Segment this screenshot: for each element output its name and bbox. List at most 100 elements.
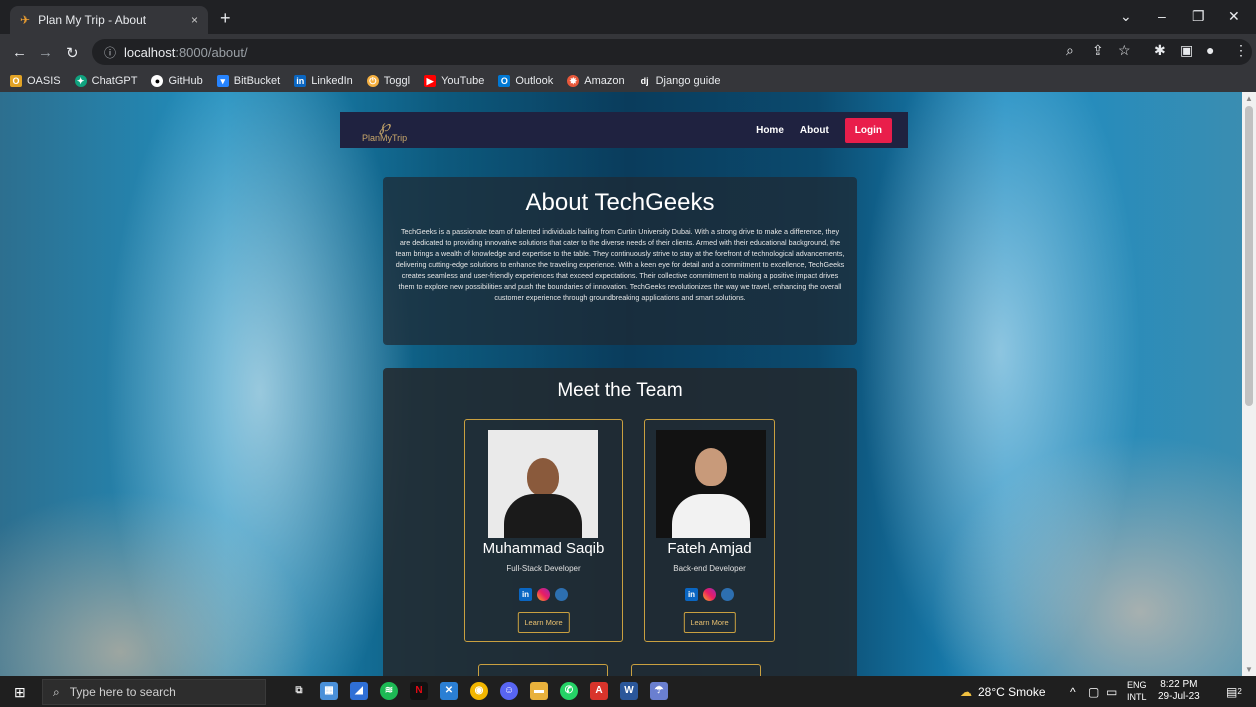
netflix-icon[interactable]: N — [410, 682, 428, 700]
team-card: Fateh Amjad Back-end Developer in Learn … — [644, 419, 775, 642]
maximize-icon[interactable]: ❐ — [1192, 8, 1205, 25]
lang-bottom: INTL — [1127, 692, 1147, 702]
login-button[interactable]: Login — [844, 117, 892, 143]
instagram-icon[interactable] — [703, 588, 716, 601]
scrollbar-thumb[interactable] — [1245, 106, 1253, 406]
forward-icon[interactable]: → — [38, 44, 53, 61]
vscode-icon[interactable]: ✕ — [440, 682, 458, 700]
language-indicator[interactable]: ENG INTL — [1127, 679, 1147, 703]
clock-date: 29-Jul-23 — [1158, 691, 1200, 702]
github-icon[interactable] — [721, 588, 734, 601]
bookmark-youtube[interactable]: ▶ YouTube — [424, 75, 484, 87]
zoom-icon[interactable]: ⌕ — [1066, 42, 1074, 59]
site-navbar: ℘ PlanMyTrip Home About Login — [340, 112, 908, 148]
nav-links: Home About Login — [756, 117, 892, 143]
bookmark-outlook[interactable]: O Outlook — [498, 75, 553, 87]
github-icon: ● — [151, 75, 164, 87]
linkedin-icon[interactable]: in — [685, 588, 698, 601]
bookmark-toggl[interactable]: ⏻ Toggl — [366, 75, 410, 87]
weather-widget[interactable]: ☁ 28°C Smoke — [960, 676, 1046, 707]
logo-text: PlanMyTrip — [362, 132, 408, 143]
close-window-icon[interactable]: ✕ — [1228, 8, 1240, 25]
learn-more-button[interactable]: Learn More — [517, 612, 570, 633]
tray-battery-icon[interactable]: ▭ — [1106, 676, 1117, 707]
acrobat-icon[interactable]: A — [590, 682, 608, 700]
chrome-icon[interactable]: ◉ — [470, 682, 488, 700]
github-icon[interactable] — [555, 588, 568, 601]
profile-icon[interactable]: ● — [1206, 42, 1214, 58]
django-icon: dj — [640, 76, 649, 86]
browser-tab-bar: ✈ Plan My Trip - About × + ⌄ – ❐ ✕ — [0, 0, 1256, 34]
bookmark-bitbucket[interactable]: ▾ BitBucket — [216, 75, 280, 87]
bookmark-star-icon[interactable]: ☆ — [1118, 42, 1131, 59]
reload-icon[interactable]: ↻ — [66, 44, 79, 62]
new-tab-button[interactable]: + — [220, 8, 231, 29]
side-panel-icon[interactable]: ▣ — [1180, 42, 1193, 59]
discord-icon[interactable]: ☺ — [500, 682, 518, 700]
oasis-icon: O — [10, 75, 22, 87]
linkedin-icon[interactable]: in — [519, 588, 532, 601]
bookmark-django[interactable]: dj Django guide — [639, 75, 721, 87]
spotify-icon[interactable]: ≋ — [380, 682, 398, 700]
minimize-icon[interactable]: – — [1158, 8, 1166, 24]
amazon-icon: ✸ — [567, 75, 580, 87]
team-title: Meet the Team — [557, 380, 683, 401]
bookmark-github[interactable]: ● GitHub — [151, 75, 203, 87]
windows-start-icon[interactable]: ⊞ — [14, 684, 26, 701]
weather-text: 28°C Smoke — [978, 684, 1046, 699]
site-info-icon[interactable]: ⓘ — [104, 44, 116, 61]
weather-cloud-icon: ☁ — [960, 684, 972, 699]
photo-head — [695, 448, 727, 486]
bookmark-amazon[interactable]: ✸ Amazon — [567, 75, 625, 87]
page-viewport: ℘ PlanMyTrip Home About Login About Tech… — [0, 92, 1256, 676]
task-view-icon[interactable]: ⧉ — [290, 682, 308, 700]
member-role: Back-end Developer — [673, 564, 746, 573]
team-card: Muhammad Saqib Full-Stack Developer in L… — [464, 419, 623, 642]
photo-body — [672, 494, 750, 538]
whatsapp-icon[interactable]: ✆ — [560, 682, 578, 700]
share-icon[interactable]: ⇪ — [1092, 42, 1104, 59]
youtube-icon: ▶ — [424, 75, 437, 87]
nav-home-link[interactable]: Home — [756, 125, 784, 136]
scroll-down-icon[interactable]: ▼ — [1245, 665, 1253, 674]
tray-device-icon[interactable]: ▢ — [1088, 676, 1099, 707]
bookmark-oasis[interactable]: O OASIS — [10, 75, 61, 87]
page-scrollbar[interactable]: ▲ ▼ — [1242, 92, 1256, 676]
back-icon[interactable]: ← — [12, 44, 27, 61]
bookmark-linkedin[interactable]: in LinkedIn — [294, 75, 353, 87]
app-tray-icon[interactable]: ☂ — [650, 682, 668, 700]
calculator-icon[interactable]: ▦ — [320, 682, 338, 700]
browser-tab[interactable]: ✈ Plan My Trip - About × — [10, 6, 208, 34]
extensions-icon[interactable]: ✱ — [1154, 42, 1166, 59]
menu-kebab-icon[interactable]: ⋮ — [1234, 42, 1248, 59]
instagram-icon[interactable] — [537, 588, 550, 601]
linkedin-icon: in — [294, 75, 307, 87]
team-card-partial — [478, 664, 608, 676]
file-explorer-icon[interactable]: ▬ — [530, 682, 548, 700]
member-photo — [488, 430, 598, 538]
tab-search-icon[interactable]: ⌄ — [1120, 8, 1132, 25]
tab-title: Plan My Trip - About — [38, 13, 147, 27]
member-name: Fateh Amjad — [667, 540, 752, 557]
scroll-up-icon[interactable]: ▲ — [1245, 94, 1253, 103]
url-input[interactable]: ⓘ localhost:8000/about/ — [92, 39, 1252, 65]
site-logo[interactable]: ℘ PlanMyTrip — [362, 117, 408, 143]
learn-more-button[interactable]: Learn More — [683, 612, 736, 633]
clock-time: 8:22 PM — [1160, 679, 1198, 690]
tab-close-icon[interactable]: × — [191, 13, 198, 27]
team-section: Meet the Team Muhammad Saqib Full-Stack … — [383, 368, 857, 676]
about-body: TechGeeks is a passionate team of talent… — [395, 227, 845, 302]
word-icon[interactable]: W — [620, 682, 638, 700]
team-card-partial — [631, 664, 761, 676]
url-path: :8000/about/ — [175, 44, 248, 60]
notification-icon[interactable]: ▤ 2 — [1226, 676, 1242, 707]
taskbar-search-input[interactable]: ⌕ Type here to search — [42, 679, 266, 705]
bookmark-chatgpt[interactable]: ✦ ChatGPT — [74, 75, 137, 87]
outlook-icon: O — [498, 75, 511, 87]
nav-about-link[interactable]: About — [800, 125, 829, 136]
chatgpt-icon: ✦ — [74, 75, 87, 87]
social-links: in — [645, 588, 774, 601]
taskbar-clock[interactable]: 8:22 PM 29-Jul-23 — [1158, 679, 1200, 703]
app-blue-icon[interactable]: ◢ — [350, 682, 368, 700]
tray-chevron-icon[interactable]: ^ — [1070, 676, 1076, 707]
